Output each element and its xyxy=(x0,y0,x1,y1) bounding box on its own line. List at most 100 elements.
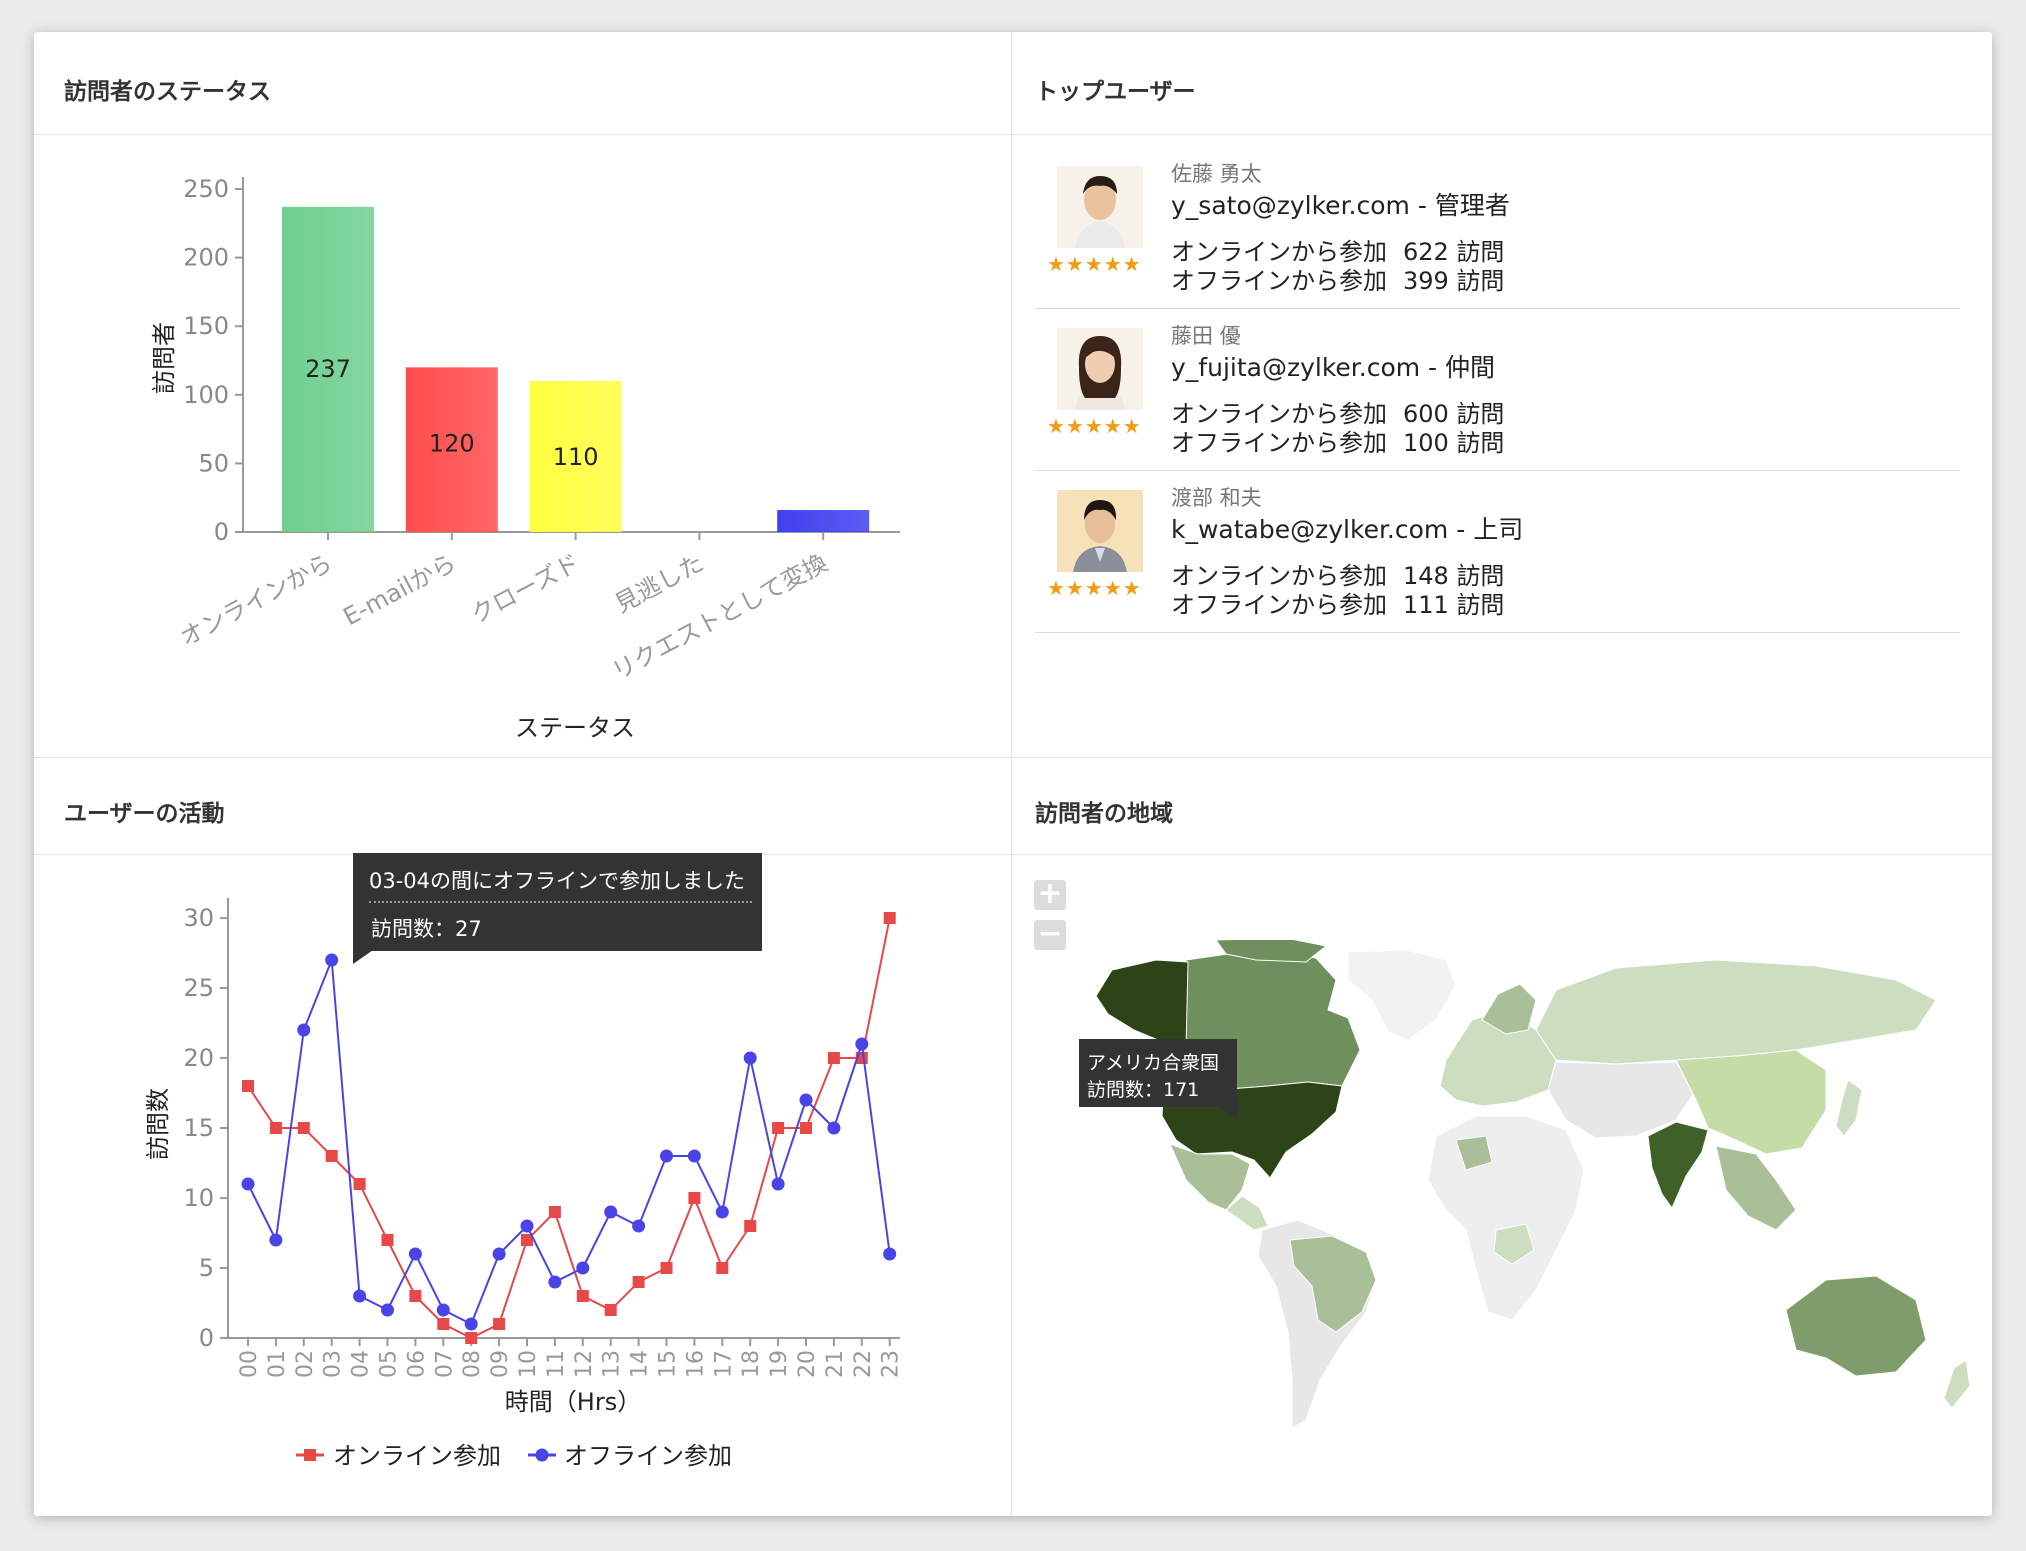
panel-title-region: 訪問者の地域 xyxy=(1035,801,1173,827)
offline-point xyxy=(687,1149,701,1163)
y-tick-label: 15 xyxy=(183,1114,214,1142)
x-tick-label: 06 xyxy=(404,1350,429,1378)
legend-online-label: オンライン参加 xyxy=(333,1442,501,1470)
activity-tooltip: 03-04の間にオフラインで参加しました 訪問数：27 xyxy=(353,853,762,951)
offline-point xyxy=(464,1317,478,1331)
panel-title-top-users: トップユーザー xyxy=(1035,79,1196,105)
x-tick-label: 11 xyxy=(544,1350,569,1378)
map-tooltip-country: アメリカ合衆国 xyxy=(1087,1052,1220,1074)
offline-value: 111 訪問 xyxy=(1403,591,1505,619)
offline-value: 100 訪問 xyxy=(1403,429,1505,457)
offline-value: 399 訪問 xyxy=(1403,267,1505,295)
x-tick-label: 23 xyxy=(879,1350,904,1378)
x-tick-label: 04 xyxy=(349,1350,374,1378)
x-tick-label: 16 xyxy=(683,1350,708,1378)
user-email-line: y_fujita@zylker.com - 仲間 xyxy=(1171,348,1495,384)
offline-point xyxy=(715,1205,729,1219)
y-tick-label: 5 xyxy=(199,1254,214,1282)
online-point xyxy=(269,1122,282,1134)
australia[interactable] xyxy=(1785,1275,1927,1377)
india[interactable] xyxy=(1647,1121,1709,1210)
x-tick-label: 20 xyxy=(795,1350,820,1378)
offline-series-line xyxy=(247,959,891,1326)
offline-point xyxy=(269,1233,283,1247)
online-point xyxy=(325,1150,338,1162)
online-point xyxy=(827,1052,840,1064)
offline-point xyxy=(520,1219,534,1233)
avatar xyxy=(1057,490,1143,572)
online-point xyxy=(242,1080,254,1092)
legend-offline-label: オフライン参加 xyxy=(564,1442,732,1470)
user-card[interactable]: ★★★★★ 藤田 優 y_fujita@zylker.com - 仲間 オンライ… xyxy=(1035,310,1960,471)
online-point xyxy=(297,1122,310,1134)
russia[interactable] xyxy=(1535,959,1937,1065)
online-point xyxy=(883,912,896,924)
map-tooltip-value: 訪問数：171 xyxy=(1087,1079,1200,1101)
rating-stars: ★★★★★ xyxy=(1047,252,1142,276)
southeast-asia[interactable] xyxy=(1715,1145,1797,1231)
map-tooltip-pointer xyxy=(1218,1106,1238,1120)
offline-point xyxy=(353,1289,367,1303)
legend-online-marker xyxy=(304,1449,316,1461)
x-tick-label: 09 xyxy=(488,1350,513,1378)
y-tick-label: 30 xyxy=(183,904,214,932)
offline-visits: オフラインから参加 111 訪問 xyxy=(1171,585,1504,620)
user-card[interactable]: ★★★★★ 渡部 和夫 k_watabe@zylker.com - 上司 オンラ… xyxy=(1035,472,1960,633)
vertical-divider xyxy=(1011,32,1012,1516)
offline-point xyxy=(660,1149,673,1163)
x-tick-label: 13 xyxy=(600,1350,625,1378)
offline-point xyxy=(297,1023,311,1037)
user-email: k_watabe@zylker.com xyxy=(1171,515,1449,544)
offline-label: オフラインから参加 xyxy=(1171,429,1387,457)
x-tick-label: 15 xyxy=(656,1350,681,1378)
alaska[interactable] xyxy=(1095,959,1189,1051)
africa[interactable] xyxy=(1427,1115,1585,1321)
online-point xyxy=(632,1276,645,1288)
map-tooltip: アメリカ合衆国 訪問数：171 xyxy=(1079,1039,1237,1107)
x-tick-label: 00 xyxy=(237,1350,262,1378)
online-point xyxy=(493,1318,506,1330)
legend-offline-marker xyxy=(535,1448,549,1462)
offline-point xyxy=(743,1051,757,1065)
offline-point xyxy=(241,1177,255,1191)
tooltip-divider xyxy=(369,901,752,903)
japan[interactable] xyxy=(1835,1079,1863,1137)
avatar xyxy=(1057,328,1143,410)
offline-visits: オフラインから参加 399 訪問 xyxy=(1171,261,1504,296)
x-tick-label: 14 xyxy=(628,1350,653,1378)
x-tick-label: 05 xyxy=(377,1350,402,1378)
x-tick-label: 19 xyxy=(767,1350,792,1378)
user-email-line: k_watabe@zylker.com - 上司 xyxy=(1171,510,1523,546)
online-point xyxy=(800,1122,812,1134)
offline-point xyxy=(576,1261,590,1275)
online-point xyxy=(688,1192,701,1204)
avatar xyxy=(1057,166,1143,248)
x-tick-label: 02 xyxy=(293,1350,318,1378)
new-zealand[interactable] xyxy=(1943,1359,1971,1409)
user-card[interactable]: ★★★★★ 佐藤 勇太 y_sato@zylker.com - 管理者 オンライ… xyxy=(1035,148,1960,309)
tooltip-pointer xyxy=(353,950,373,964)
online-point xyxy=(604,1304,617,1316)
offline-point xyxy=(771,1177,785,1191)
online-point xyxy=(772,1122,785,1134)
x-tick-label: 01 xyxy=(265,1350,290,1378)
offline-point xyxy=(548,1275,562,1289)
y-tick-label: 10 xyxy=(183,1184,214,1212)
online-point xyxy=(381,1234,394,1246)
world-map xyxy=(1095,940,1971,1429)
offline-point xyxy=(799,1093,813,1107)
user-role: - 上司 xyxy=(1448,515,1524,544)
offline-point xyxy=(408,1247,422,1261)
online-point xyxy=(465,1332,478,1344)
rating-stars: ★★★★★ xyxy=(1047,576,1142,600)
x-tick-label: 17 xyxy=(711,1350,736,1378)
online-point xyxy=(660,1262,673,1274)
greenland[interactable] xyxy=(1347,949,1457,1041)
user-role: - 仲間 xyxy=(1420,353,1496,382)
x-axis-title: 時間（Hrs） xyxy=(505,1388,641,1416)
x-tick-label: 10 xyxy=(516,1350,541,1378)
online-point xyxy=(353,1178,366,1190)
zoom-in-button[interactable]: + xyxy=(1034,879,1066,910)
x-tick-label: 03 xyxy=(321,1350,346,1378)
online-point xyxy=(716,1262,729,1274)
